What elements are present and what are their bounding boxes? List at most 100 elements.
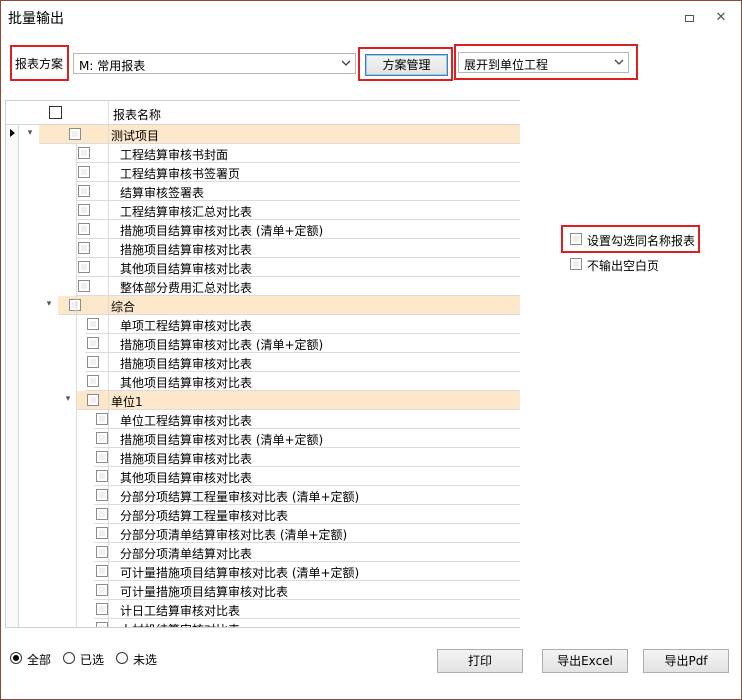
- tree-item-row[interactable]: 可计量措施项目结算审核对比表: [6, 581, 520, 600]
- tree-item-row[interactable]: 工程结算审核汇总对比表: [6, 201, 520, 220]
- filter-unselected-radio[interactable]: 未选: [116, 651, 166, 667]
- row-label: 人材机结算审核对比表: [120, 621, 240, 627]
- row-checkbox[interactable]: [96, 470, 108, 482]
- restore-icon[interactable]: [681, 10, 697, 26]
- current-row-pointer-icon: [10, 129, 15, 137]
- tree-item-row[interactable]: 措施项目结算审核对比表: [6, 239, 520, 258]
- scheme-manage-button[interactable]: 方案管理: [365, 54, 448, 76]
- tree-item-row[interactable]: 措施项目结算审核对比表 (清单+定额): [6, 220, 520, 239]
- row-label: 工程结算审核书封面: [120, 148, 229, 162]
- row-label: 单项工程结算审核对比表: [120, 319, 253, 333]
- row-label: 可计量措施项目结算审核对比表 (清单+定额): [120, 566, 360, 580]
- row-checkbox[interactable]: [96, 565, 108, 577]
- row-checkbox[interactable]: [78, 261, 90, 273]
- scheme-select[interactable]: M: 常用报表: [73, 53, 356, 74]
- row-checkbox[interactable]: [96, 603, 108, 615]
- tree-item-row[interactable]: 其他项目结算审核对比表: [6, 258, 520, 277]
- tree-item-row[interactable]: 分部分项结算工程量审核对比表 (清单+定额): [6, 486, 520, 505]
- row-checkbox[interactable]: [78, 280, 90, 292]
- row-checkbox[interactable]: [96, 527, 108, 539]
- tree-item-row[interactable]: 措施项目结算审核对比表: [6, 353, 520, 372]
- tree-item-row[interactable]: 单位工程结算审核对比表: [6, 410, 520, 429]
- row-checkbox[interactable]: [96, 451, 108, 463]
- row-checkbox[interactable]: [78, 185, 90, 197]
- row-cell: [77, 391, 520, 410]
- row-checkbox[interactable]: [96, 508, 108, 520]
- tree-item-row[interactable]: 措施项目结算审核对比表: [6, 448, 520, 467]
- expand-arrow-icon[interactable]: ▾: [25, 128, 35, 138]
- row-checkbox[interactable]: [87, 337, 99, 349]
- radio-icon: [63, 652, 75, 664]
- row-checkbox[interactable]: [87, 318, 99, 330]
- tree-item-row[interactable]: 分部分项清单结算对比表: [6, 543, 520, 562]
- row-checkbox[interactable]: [69, 128, 81, 140]
- tree-item-row[interactable]: 单项工程结算审核对比表: [6, 315, 520, 334]
- export-excel-button[interactable]: 导出Excel: [542, 649, 628, 673]
- tree-item-row[interactable]: 计日工结算审核对比表: [6, 600, 520, 619]
- filter-all-radio[interactable]: 全部: [10, 651, 60, 667]
- same-name-option[interactable]: 设置勾选同名称报表: [570, 232, 700, 248]
- tree-group-row[interactable]: ▾ 综合: [6, 296, 520, 315]
- tree-item-row[interactable]: 分部分项结算工程量审核对比表: [6, 505, 520, 524]
- grid-header: 报表名称: [6, 101, 520, 125]
- report-tree-grid[interactable]: 报表名称 ▾ 测试项目工程结算审核书封面 工程结算审核书签署页结算审核签署表工程结算…: [5, 100, 520, 628]
- row-checkbox[interactable]: [69, 299, 81, 311]
- tree-group-row[interactable]: ▾ 测试项目: [6, 125, 520, 144]
- header-divider: [108, 101, 109, 125]
- same-name-checkbox[interactable]: [570, 233, 582, 245]
- tree-item-row[interactable]: 工程结算审核书封面: [6, 144, 520, 163]
- tree-item-row[interactable]: 可计量措施项目结算审核对比表 (清单+定额): [6, 562, 520, 581]
- expand-arrow-icon[interactable]: ▾: [63, 394, 73, 404]
- row-checkbox[interactable]: [96, 489, 108, 501]
- no-blank-page-checkbox[interactable]: [570, 258, 582, 270]
- row-checkbox[interactable]: [96, 432, 108, 444]
- tree-item-row[interactable]: 其他项目结算审核对比表: [6, 467, 520, 486]
- radio-selected-icon: [10, 652, 22, 664]
- print-button[interactable]: 打印: [437, 649, 523, 673]
- tree-item-row[interactable]: 其他项目结算审核对比表: [6, 372, 520, 391]
- row-label: 整体部分费用汇总对比表: [120, 281, 253, 295]
- tree-item-row[interactable]: 措施项目结算审核对比表 (清单+定额): [6, 429, 520, 448]
- no-blank-page-option[interactable]: 不输出空白页: [570, 257, 680, 273]
- row-checkbox[interactable]: [78, 223, 90, 235]
- column-header-report-name: 报表名称: [113, 108, 162, 122]
- tree-item-row[interactable]: 措施项目结算审核对比表 (清单+定额): [6, 334, 520, 353]
- select-all-checkbox[interactable]: [49, 106, 62, 119]
- close-icon[interactable]: ✕: [713, 10, 729, 26]
- row-checkbox[interactable]: [87, 375, 99, 387]
- column-divider: [108, 125, 109, 627]
- expand-arrow-icon[interactable]: ▾: [44, 299, 54, 309]
- expand-level-select[interactable]: 展开到单位工程: [458, 52, 629, 73]
- scheme-label: 报表方案: [15, 57, 64, 71]
- row-label: 措施项目结算审核对比表 (清单+定额): [120, 338, 324, 352]
- tree-item-row[interactable]: 结算审核签署表: [6, 182, 520, 201]
- expand-level-select-value: 展开到单位工程: [464, 58, 549, 72]
- row-label: 可计量措施项目结算审核对比表: [120, 585, 289, 599]
- export-pdf-button[interactable]: 导出Pdf: [643, 649, 729, 673]
- row-label: 结算审核签署表: [120, 186, 205, 200]
- row-checkbox[interactable]: [78, 166, 90, 178]
- row-checkbox[interactable]: [78, 147, 90, 159]
- filter-selected-label: 已选: [80, 653, 105, 667]
- tree-item-row[interactable]: 分部分项清单结算审核对比表 (清单+定额): [6, 524, 520, 543]
- tree-item-row[interactable]: 工程结算审核书签署页: [6, 163, 520, 182]
- row-checkbox[interactable]: [96, 584, 108, 596]
- row-label: 分部分项清单结算对比表: [120, 547, 253, 561]
- row-checkbox[interactable]: [87, 394, 99, 406]
- row-label: 分部分项清单结算审核对比表 (清单+定额): [120, 528, 348, 542]
- row-checkbox[interactable]: [96, 546, 108, 558]
- tree-item-row[interactable]: 人材机结算审核对比表: [6, 619, 520, 627]
- tree-group-row[interactable]: ▾ 单位1: [6, 391, 520, 410]
- same-name-label: 设置勾选同名称报表: [587, 234, 696, 248]
- row-checkbox[interactable]: [78, 242, 90, 254]
- row-label: 其他项目结算审核对比表: [120, 262, 253, 276]
- row-label: 单位工程结算审核对比表: [120, 414, 253, 428]
- row-label: 工程结算审核汇总对比表: [120, 205, 253, 219]
- row-checkbox[interactable]: [96, 622, 108, 627]
- tree-item-row[interactable]: 整体部分费用汇总对比表: [6, 277, 520, 296]
- row-checkbox[interactable]: [96, 413, 108, 425]
- row-checkbox[interactable]: [87, 356, 99, 368]
- row-checkbox[interactable]: [78, 204, 90, 216]
- filter-selected-radio[interactable]: 已选: [63, 651, 113, 667]
- row-label: 其他项目结算审核对比表: [120, 471, 253, 485]
